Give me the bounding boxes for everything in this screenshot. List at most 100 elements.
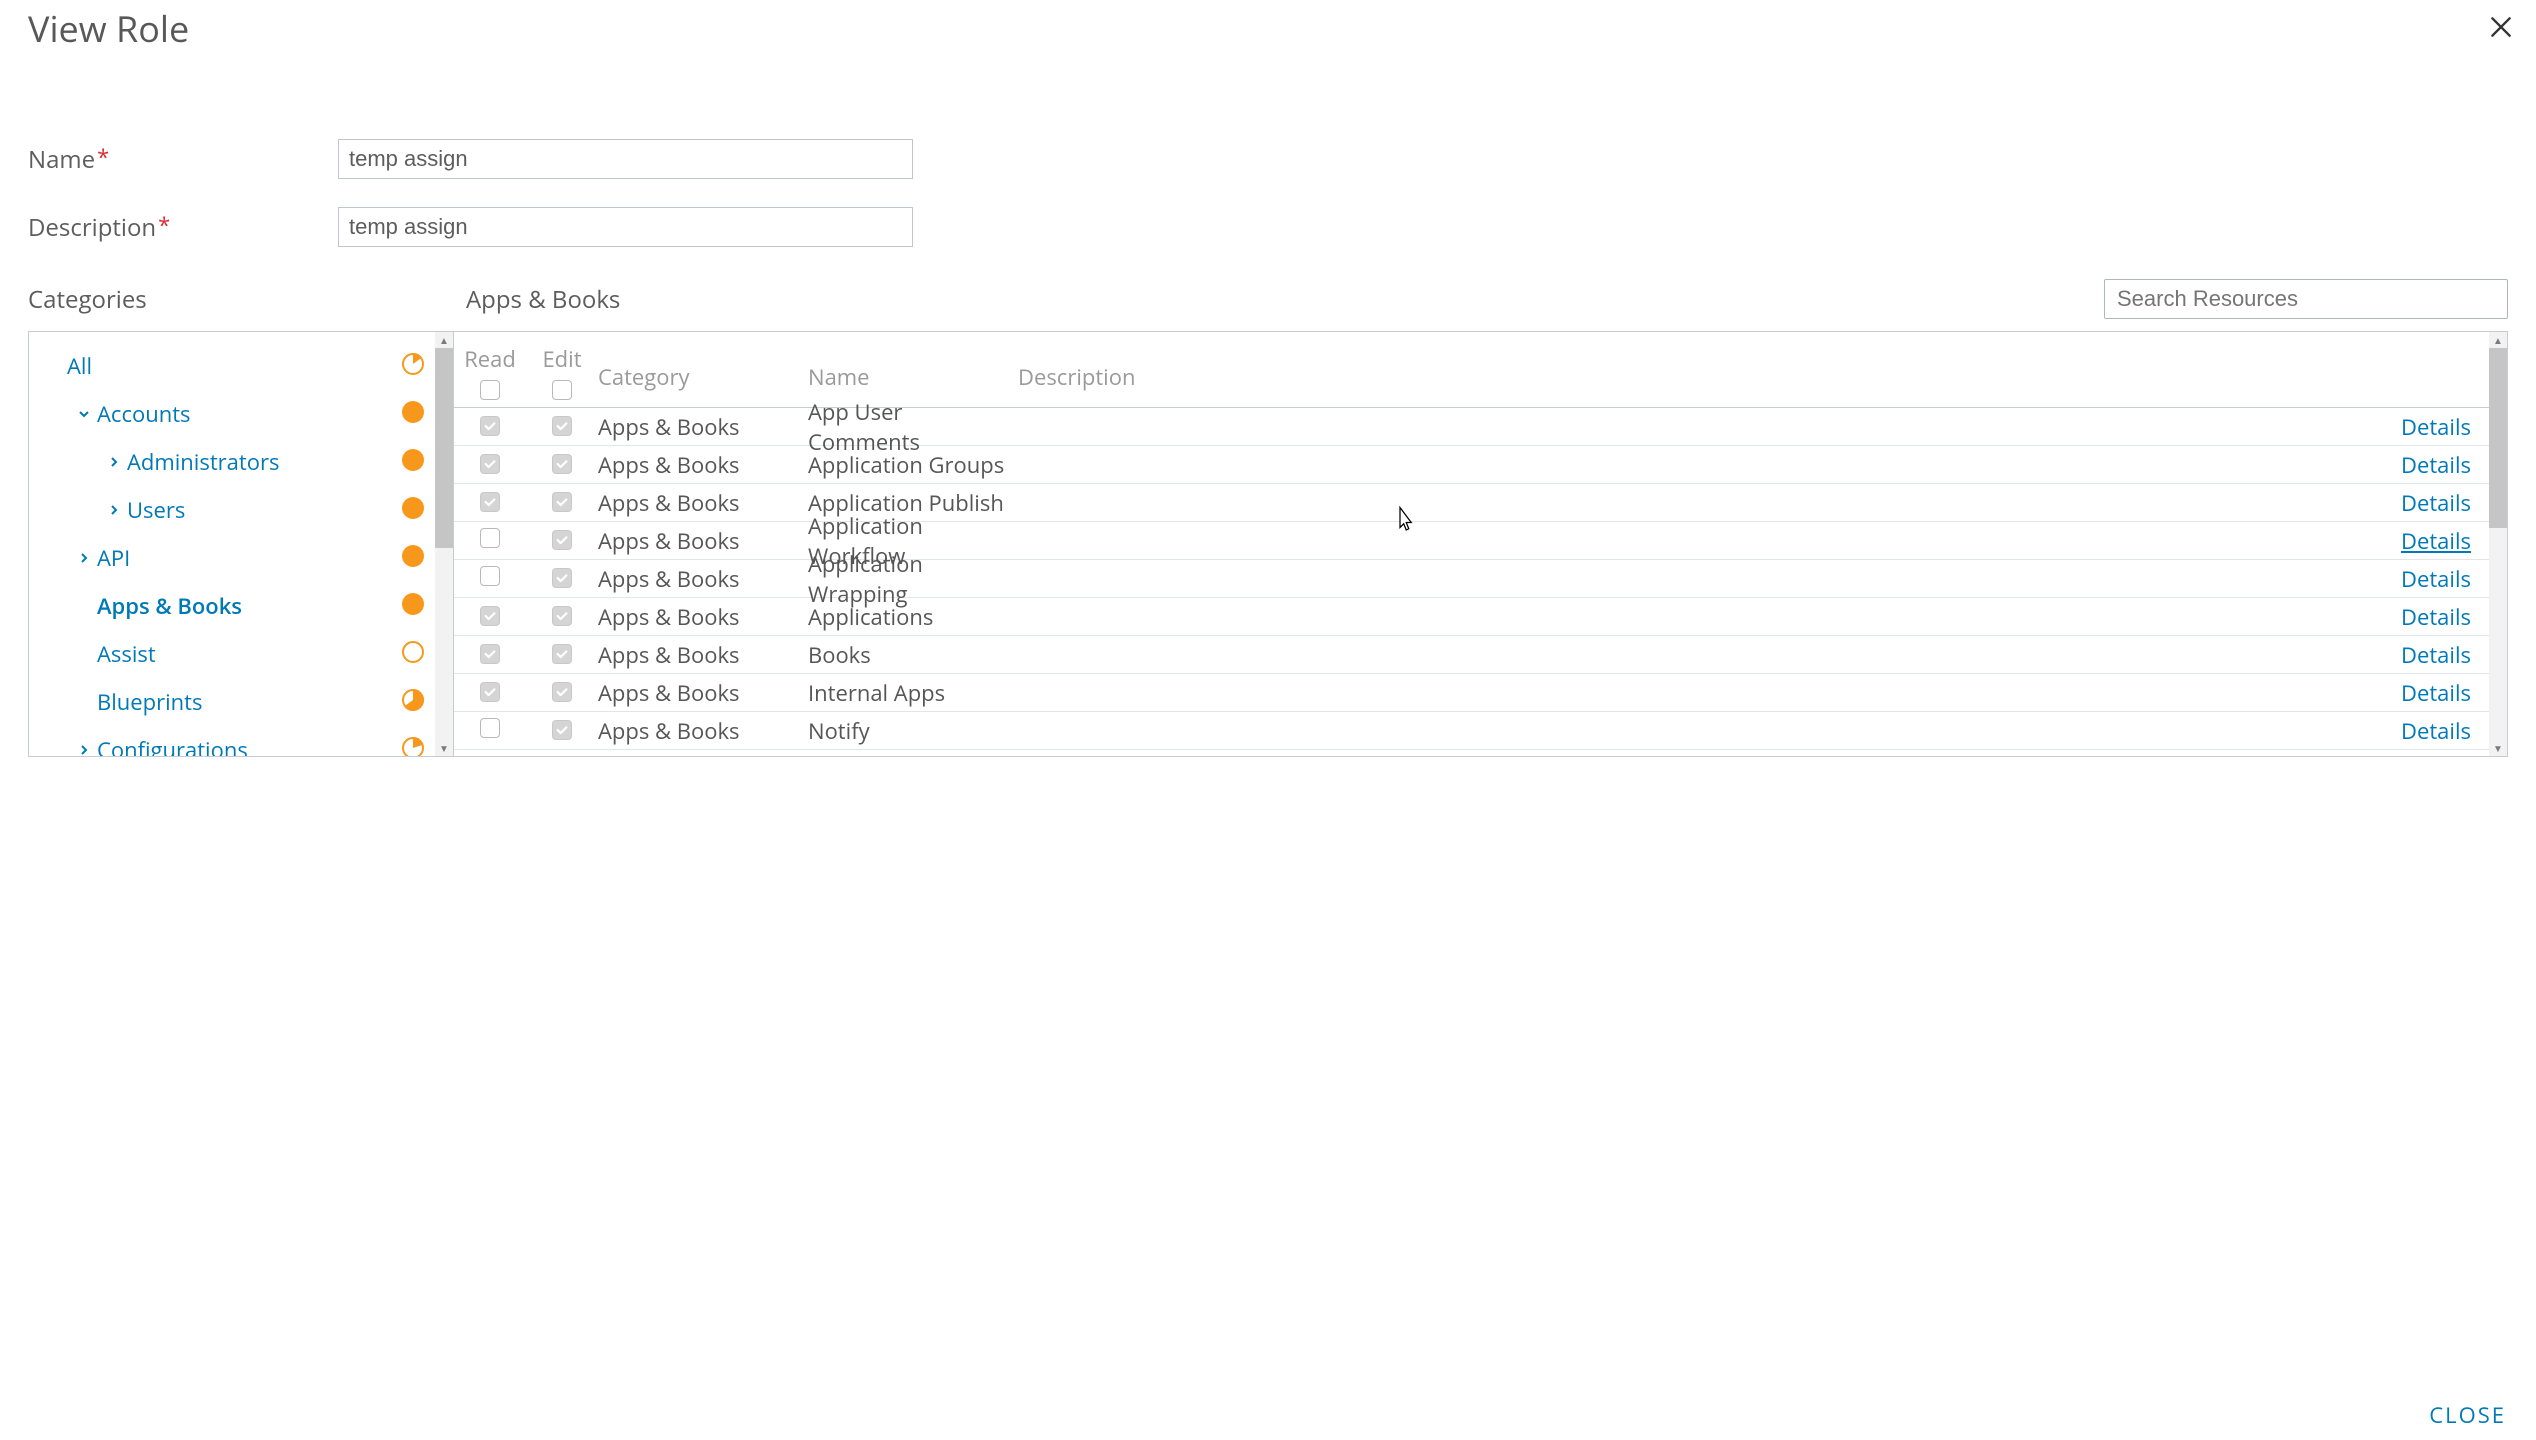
cell-edit — [526, 682, 598, 704]
col-header-edit: Edit — [526, 344, 598, 400]
checkbox-read[interactable] — [480, 566, 500, 586]
close-button[interactable]: CLOSE — [2429, 1400, 2506, 1430]
close-icon[interactable] — [2488, 8, 2514, 49]
cell-read — [454, 644, 526, 666]
required-asterisk: * — [97, 142, 109, 172]
category-label: Administrators — [39, 447, 279, 477]
details-link[interactable]: Details — [2401, 564, 2471, 594]
checkbox-edit[interactable] — [552, 568, 572, 588]
form-row-name: Name* — [28, 139, 2508, 179]
checkbox-edit[interactable] — [552, 530, 572, 550]
col-header-edit-label: Edit — [542, 344, 581, 374]
category-label-text: Assist — [97, 639, 156, 669]
category-item[interactable]: Accounts — [39, 390, 435, 438]
panel-title: Apps & Books — [466, 283, 2104, 316]
cell-details: Details — [2389, 526, 2489, 556]
checkbox-read[interactable] — [480, 682, 500, 702]
scroll-down-icon[interactable]: ▼ — [439, 740, 449, 756]
view-role-dialog: View Role Name* Description* Categories … — [0, 0, 2536, 1440]
cell-edit — [526, 606, 598, 628]
checkbox-edit[interactable] — [552, 492, 572, 512]
category-label: Configurations — [39, 735, 248, 756]
cell-name: App User Comments — [808, 397, 1018, 457]
name-input[interactable] — [338, 139, 913, 179]
table-row: Apps & Books Application Groups Details — [454, 446, 2489, 484]
scroll-up-icon[interactable]: ▲ — [2493, 332, 2503, 348]
checkbox-edit[interactable] — [552, 720, 572, 740]
category-item[interactable]: Configurations — [39, 726, 435, 756]
category-item[interactable]: Apps & Books — [39, 582, 435, 630]
cell-read — [454, 492, 526, 514]
main-panel: All Accounts Administrators Users API Ap… — [28, 331, 2508, 757]
scroll-down-icon[interactable]: ▼ — [2493, 740, 2503, 756]
details-link[interactable]: Details — [2401, 412, 2471, 442]
details-link[interactable]: Details — [2401, 526, 2471, 556]
categories-scrollbar[interactable]: ▲ ▼ — [435, 332, 453, 756]
checkbox-edit[interactable] — [552, 682, 572, 702]
checkbox-all-read[interactable] — [480, 380, 500, 400]
dialog-footer: CLOSE — [2429, 1400, 2506, 1430]
category-item[interactable]: Users — [39, 486, 435, 534]
checkbox-edit[interactable] — [552, 454, 572, 474]
details-link[interactable]: Details — [2401, 602, 2471, 632]
col-header-category: Category — [598, 344, 808, 392]
cell-details: Details — [2389, 602, 2489, 632]
category-item[interactable]: Assist — [39, 630, 435, 678]
cell-read — [454, 606, 526, 628]
description-input[interactable] — [338, 207, 913, 247]
cell-name: Application Wrapping — [808, 549, 1018, 609]
col-header-description: Description — [1018, 344, 2389, 392]
checkbox-read[interactable] — [480, 454, 500, 474]
table-row: Apps & Books Books Details — [454, 636, 2489, 674]
cell-edit — [526, 492, 598, 514]
details-link[interactable]: Details — [2401, 488, 2471, 518]
cell-category: Apps & Books — [598, 526, 808, 556]
checkbox-read[interactable] — [480, 416, 500, 436]
category-item[interactable]: API — [39, 534, 435, 582]
scroll-thumb[interactable] — [435, 348, 453, 548]
table-row: Apps & Books Applications Details — [454, 598, 2489, 636]
checkbox-read[interactable] — [480, 644, 500, 664]
search-input[interactable] — [2104, 279, 2508, 319]
category-label-text: Apps & Books — [97, 591, 242, 621]
checkbox-read[interactable] — [480, 606, 500, 626]
checkbox-edit[interactable] — [552, 416, 572, 436]
details-link[interactable]: Details — [2401, 450, 2471, 480]
form-section: Name* Description* — [28, 139, 2508, 247]
description-label: Description* — [28, 211, 338, 244]
scroll-thumb[interactable] — [2489, 348, 2507, 528]
cell-details: Details — [2389, 678, 2489, 708]
category-item[interactable]: All — [39, 342, 435, 390]
cell-read — [454, 682, 526, 704]
categories-list: All Accounts Administrators Users API Ap… — [29, 332, 435, 756]
details-link[interactable]: Details — [2401, 716, 2471, 746]
table-scrollbar[interactable]: ▲ ▼ — [2489, 332, 2507, 756]
cell-edit — [526, 416, 598, 438]
category-label: API — [39, 543, 130, 573]
details-link[interactable]: Details — [2401, 640, 2471, 670]
category-item[interactable]: Blueprints — [39, 678, 435, 726]
category-item[interactable]: Administrators — [39, 438, 435, 486]
category-label: Accounts — [39, 399, 191, 429]
scroll-up-icon[interactable]: ▲ — [439, 332, 449, 348]
category-label: All — [39, 351, 92, 381]
cell-edit — [526, 530, 598, 552]
category-label-text: Blueprints — [97, 687, 202, 717]
dialog-title: View Role — [28, 4, 189, 53]
chevron-down-icon — [77, 403, 91, 425]
category-label: Users — [39, 495, 185, 525]
cell-category: Apps & Books — [598, 678, 808, 708]
checkbox-edit[interactable] — [552, 644, 572, 664]
cell-edit — [526, 720, 598, 742]
details-link[interactable]: Details — [2401, 678, 2471, 708]
category-progress-icon — [401, 496, 425, 525]
cell-read — [454, 454, 526, 476]
category-progress-icon — [401, 448, 425, 477]
checkbox-all-edit[interactable] — [552, 380, 572, 400]
checkbox-read[interactable] — [480, 528, 500, 548]
cell-name: Applications — [808, 602, 1018, 632]
checkbox-read[interactable] — [480, 492, 500, 512]
chevron-right-icon — [77, 739, 91, 756]
checkbox-edit[interactable] — [552, 606, 572, 626]
checkbox-read[interactable] — [480, 718, 500, 738]
